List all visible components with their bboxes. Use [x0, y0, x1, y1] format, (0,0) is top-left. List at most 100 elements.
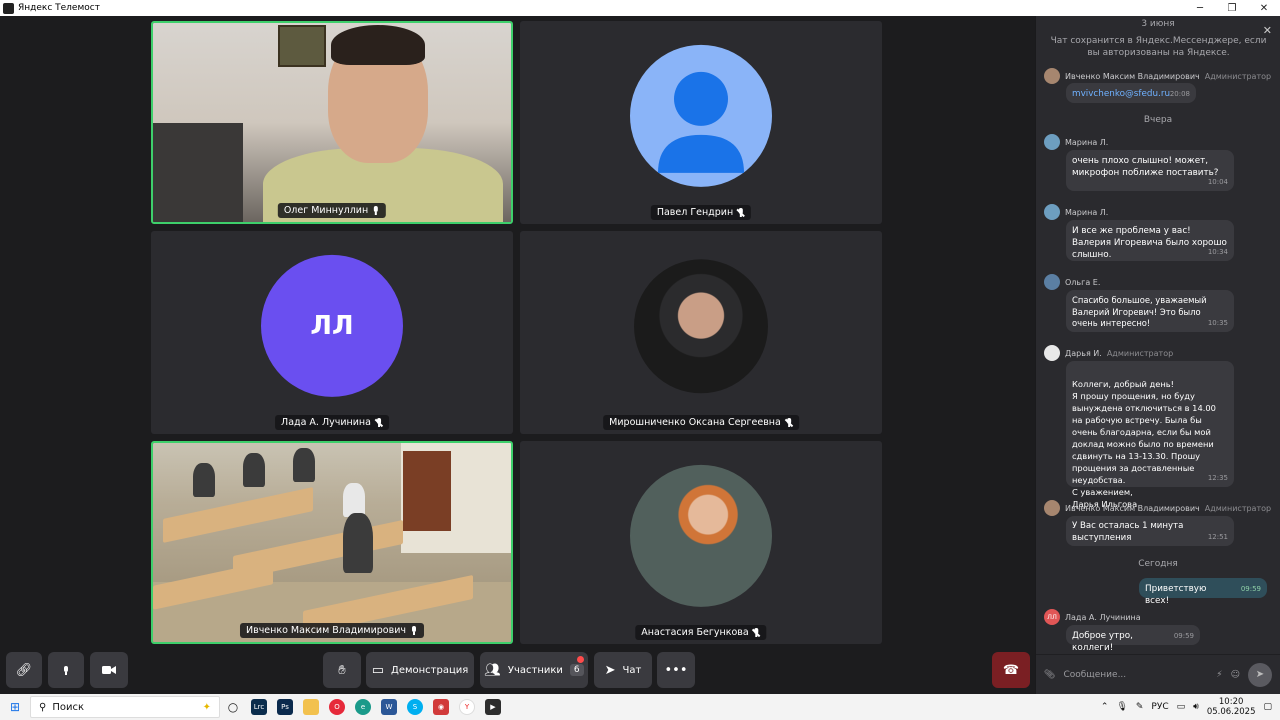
lightning-icon[interactable]: ⚡︎: [1216, 670, 1222, 680]
window-title: Яндекс Телемост: [18, 3, 100, 13]
avatar: [1044, 204, 1060, 220]
screen-share-label: Демонстрация: [391, 664, 469, 676]
clock[interactable]: 10:20 05.06.2025: [1207, 697, 1256, 717]
participant-tile-oksana[interactable]: Мирошниченко Оксана Сергеевна: [520, 231, 882, 434]
telemost-taskbar-icon[interactable]: ▶: [480, 694, 506, 720]
task-view-icon[interactable]: ○: [220, 694, 246, 720]
avatar: [1044, 274, 1060, 290]
os-taskbar: ⊞ ⚲ Поиск ✦ ○ Lrc Ps O e W S ◉ Y ▶ ⌃ 🎙︎ …: [0, 694, 1280, 720]
copy-link-button[interactable]: 🔗︎: [6, 652, 42, 688]
windows-start-icon[interactable]: ⊞: [0, 694, 30, 720]
participant-tile-anastasia[interactable]: Анастасия Бегункова: [520, 441, 882, 644]
message-text: У Вас осталась 1 минута выступления: [1072, 521, 1184, 543]
message-header: Дарья И. Администратор: [1044, 345, 1173, 361]
participant-tile-oleg[interactable]: Олег Миннуллин: [151, 21, 513, 224]
chat-message: очень плохо слышно! может, микрофон побл…: [1066, 150, 1234, 191]
emoji-icon[interactable]: ☺: [1231, 670, 1240, 680]
avatar: ЛЛ: [1044, 609, 1060, 625]
microphone-tray-icon[interactable]: 🎙︎: [1116, 702, 1127, 712]
more-options-button[interactable]: •••: [657, 652, 695, 688]
system-tray: ⌃ 🎙︎ ✎ РУС ▭ 🔊︎ 10:20 05.06.2025 ▢: [1101, 697, 1280, 717]
clock-date: 05.06.2025: [1206, 707, 1256, 717]
date-separator: Вчера: [1143, 115, 1173, 125]
attach-icon[interactable]: 📎︎: [1044, 670, 1055, 680]
hangup-button[interactable]: ☎︎: [992, 652, 1030, 688]
mic-off-icon: [784, 418, 793, 427]
participant-tile-pavel[interactable]: Павел Гендрин: [520, 21, 882, 224]
volume-icon[interactable]: 🔊︎: [1193, 702, 1199, 712]
chat-button[interactable]: ➤ Чат: [594, 652, 652, 688]
avatar: [1044, 134, 1060, 150]
camera-button[interactable]: [90, 652, 128, 688]
mic-off-icon: [752, 628, 761, 637]
edge-icon[interactable]: e: [350, 694, 376, 720]
date-separator: Сегодня: [1138, 559, 1178, 569]
lightroom-icon[interactable]: Lrc: [246, 694, 272, 720]
notifications-icon[interactable]: ▢: [1263, 702, 1272, 712]
message-time: 10:35: [1207, 318, 1228, 327]
file-explorer-icon[interactable]: [298, 694, 324, 720]
skype-icon[interactable]: S: [402, 694, 428, 720]
mic-icon: [372, 206, 380, 215]
participants-button[interactable]: 👥︎ Участники 6: [480, 652, 588, 688]
search-icon: ⚲: [39, 701, 47, 713]
participant-photo: [630, 464, 772, 607]
maximize-button[interactable]: ❐: [1216, 0, 1248, 16]
avatar: [1044, 500, 1060, 516]
phone-icon: ☎︎: [1002, 662, 1020, 678]
participant-photo: [634, 258, 768, 393]
close-window-button[interactable]: ✕: [1248, 0, 1280, 16]
message-text: Спасибо большое, уважаемый Валерий Игоре…: [1072, 295, 1207, 328]
message-author: Дарья И.: [1065, 348, 1102, 358]
message-author: Ивченко Максим Владимирович: [1065, 71, 1200, 81]
send-button[interactable]: ➤: [1248, 662, 1272, 687]
chevron-up-icon[interactable]: ⌃: [1101, 702, 1109, 712]
chat-input-bar: 📎︎ Сообщение... ⚡︎ ☺ ➤: [1036, 654, 1280, 694]
message-text: Доброе утро, коллеги!: [1072, 631, 1133, 653]
participants-count-badge: 6: [569, 664, 584, 676]
pen-icon[interactable]: ✎: [1136, 702, 1144, 712]
opera-icon[interactable]: O: [324, 694, 350, 720]
message-time: 12:35: [1207, 474, 1228, 482]
participant-tile-lada[interactable]: ЛЛ Лада А. Лучинина: [151, 231, 513, 434]
chat-message: И все же проблема у вас! Валерия Игореви…: [1066, 220, 1234, 261]
email-link[interactable]: mvivchenko@sfedu.ru: [1072, 89, 1170, 99]
chat-label: Чат: [622, 664, 642, 676]
participants-icon: 👥︎: [484, 662, 501, 678]
message-header: Марина Л.: [1044, 134, 1108, 150]
photoshop-icon[interactable]: Ps: [272, 694, 298, 720]
minimize-button[interactable]: ─: [1184, 0, 1216, 16]
participant-tile-ivchenko[interactable]: Ивченко Максим Владимирович: [151, 441, 513, 644]
message-text: очень плохо слышно! может, микрофон побл…: [1072, 156, 1219, 178]
yandex-browser-icon[interactable]: Y: [454, 694, 480, 720]
language-indicator[interactable]: РУС: [1151, 702, 1168, 712]
avatar: [1044, 345, 1060, 361]
screen-share-button[interactable]: ▭ Демонстрация: [366, 652, 474, 688]
notification-dot: [577, 656, 584, 663]
window-titlebar: Яндекс Телемост ─ ❐ ✕: [0, 0, 1280, 16]
camera-icon: [102, 666, 116, 674]
message-author: Ивченко Максим Владимирович: [1065, 503, 1200, 513]
participant-video: [153, 23, 511, 222]
microphone-button[interactable]: [48, 652, 84, 688]
message-time: 09:59: [1240, 585, 1261, 593]
chat-message: Коллеги, добрый день! Я прошу прощения, …: [1066, 361, 1234, 509]
chat-notice: Чат сохранится в Яндекс.Мессенджере, есл…: [1050, 36, 1267, 58]
message-role: Администратор: [1204, 503, 1272, 513]
message-author: Лада А. Лучинина: [1065, 612, 1141, 622]
message-author: Марина Л.: [1065, 207, 1109, 217]
network-icon[interactable]: ▭: [1177, 702, 1186, 712]
message-author: Ольга Е.: [1065, 277, 1101, 287]
message-input[interactable]: Сообщение...: [1063, 670, 1208, 680]
taskbar-search[interactable]: ⚲ Поиск ✦: [30, 696, 220, 718]
chat-panel: ✕ 3 июня Чат сохранится в Яндекс.Мессенд…: [1035, 16, 1280, 694]
participant-nameplate: Анастасия Бегункова: [635, 625, 767, 640]
participant-name: Лада А. Лучинина: [281, 417, 371, 428]
message-text: Коллеги, добрый день! Я прошу прощения, …: [1072, 379, 1216, 509]
chat-message: У Вас осталась 1 минута выступления 12:5…: [1066, 516, 1234, 546]
raise-hand-button[interactable]: ✋︎: [323, 652, 361, 688]
mic-off-icon: [374, 418, 384, 427]
yandex-app-icon[interactable]: ◉: [428, 694, 454, 720]
message-text: И все же проблема у вас! Валерия Игореви…: [1072, 226, 1227, 260]
word-icon[interactable]: W: [376, 694, 402, 720]
